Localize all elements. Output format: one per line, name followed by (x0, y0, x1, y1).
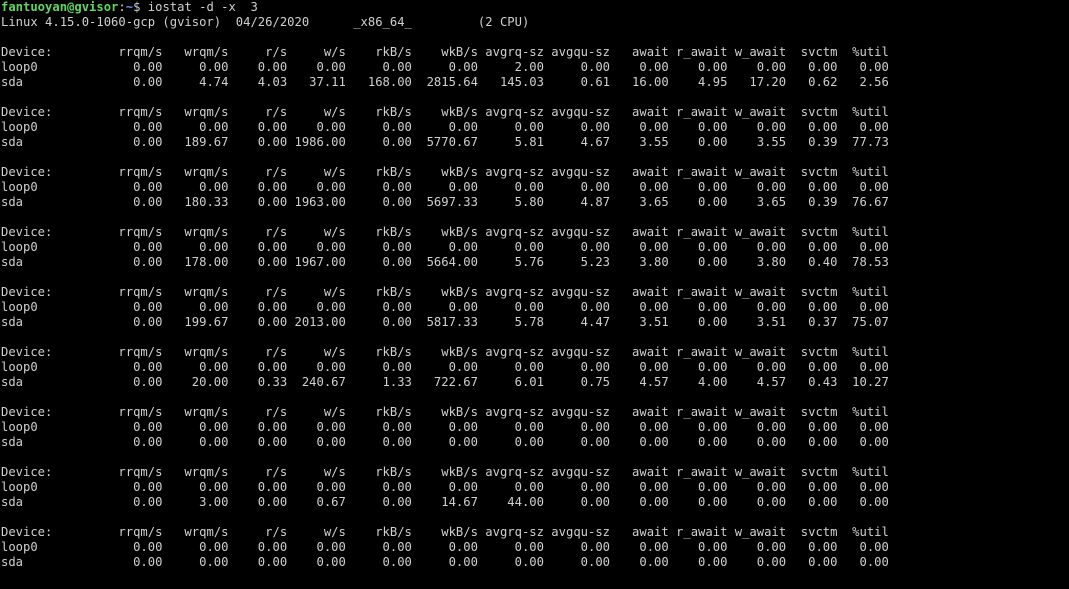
device-row-loop0: loop0 0.00 0.00 0.00 0.00 0.00 0.00 0.00… (1, 240, 889, 254)
report-block: Device: rrqm/s wrqm/s r/s w/s rkB/s wkB/… (0, 225, 1069, 285)
report-header: Device: rrqm/s wrqm/s r/s w/s rkB/s wkB/… (1, 285, 889, 299)
terminal-window[interactable]: fantuoyan@gvisor:~$ iostat -d -x 3 Linux… (0, 0, 1069, 589)
device-row-sda: sda 0.00 199.67 0.00 2013.00 0.00 5817.3… (1, 315, 889, 329)
report-block: Device: rrqm/s wrqm/s r/s w/s rkB/s wkB/… (0, 45, 1069, 105)
iostat-reports: Device: rrqm/s wrqm/s r/s w/s rkB/s wkB/… (0, 45, 1069, 570)
device-row-loop0: loop0 0.00 0.00 0.00 0.00 0.00 0.00 0.00… (1, 300, 889, 314)
report-header: Device: rrqm/s wrqm/s r/s w/s rkB/s wkB/… (1, 165, 889, 179)
report-block: Device: rrqm/s wrqm/s r/s w/s rkB/s wkB/… (0, 465, 1069, 525)
device-row-loop0: loop0 0.00 0.00 0.00 0.00 0.00 0.00 0.00… (1, 540, 889, 554)
report-header: Device: rrqm/s wrqm/s r/s w/s rkB/s wkB/… (1, 465, 889, 479)
device-row-loop0: loop0 0.00 0.00 0.00 0.00 0.00 0.00 0.00… (1, 480, 889, 494)
device-row-loop0: loop0 0.00 0.00 0.00 0.00 0.00 0.00 0.00… (1, 360, 889, 374)
device-row-loop0: loop0 0.00 0.00 0.00 0.00 0.00 0.00 0.00… (1, 180, 889, 194)
prompt-symbol: $ (133, 0, 148, 14)
device-row-sda: sda 0.00 180.33 0.00 1963.00 0.00 5697.3… (1, 195, 889, 209)
prompt-user-host: fantuoyan@gvisor (1, 0, 119, 14)
device-row-loop0: loop0 0.00 0.00 0.00 0.00 0.00 0.00 0.00… (1, 420, 889, 434)
device-row-loop0: loop0 0.00 0.00 0.00 0.00 0.00 0.00 2.00… (1, 60, 889, 74)
report-block: Device: rrqm/s wrqm/s r/s w/s rkB/s wkB/… (0, 405, 1069, 465)
report-block: Device: rrqm/s wrqm/s r/s w/s rkB/s wkB/… (0, 525, 1069, 570)
device-row-sda: sda 0.00 4.74 4.03 37.11 168.00 2815.64 … (1, 75, 889, 89)
prompt-line: fantuoyan@gvisor:~$ iostat -d -x 3 (0, 0, 1069, 15)
device-row-sda: sda 0.00 178.00 0.00 1967.00 0.00 5664.0… (1, 255, 889, 269)
report-block: Device: rrqm/s wrqm/s r/s w/s rkB/s wkB/… (0, 165, 1069, 225)
device-row-sda: sda 0.00 189.67 0.00 1986.00 0.00 5770.6… (1, 135, 889, 149)
device-row-sda: sda 0.00 0.00 0.00 0.00 0.00 0.00 0.00 0… (1, 435, 889, 449)
report-header: Device: rrqm/s wrqm/s r/s w/s rkB/s wkB/… (1, 405, 889, 419)
report-block: Device: rrqm/s wrqm/s r/s w/s rkB/s wkB/… (0, 105, 1069, 165)
system-info-line: Linux 4.15.0-1060-gcp (gvisor) 04/26/202… (1, 15, 530, 29)
report-header: Device: rrqm/s wrqm/s r/s w/s rkB/s wkB/… (1, 225, 889, 239)
report-header: Device: rrqm/s wrqm/s r/s w/s rkB/s wkB/… (1, 45, 889, 59)
device-row-sda: sda 0.00 0.00 0.00 0.00 0.00 0.00 0.00 0… (1, 555, 889, 569)
device-row-loop0: loop0 0.00 0.00 0.00 0.00 0.00 0.00 0.00… (1, 120, 889, 134)
report-header: Device: rrqm/s wrqm/s r/s w/s rkB/s wkB/… (1, 105, 889, 119)
prompt-path: ~ (125, 0, 134, 14)
report-block: Device: rrqm/s wrqm/s r/s w/s rkB/s wkB/… (0, 345, 1069, 405)
report-header: Device: rrqm/s wrqm/s r/s w/s rkB/s wkB/… (1, 345, 889, 359)
report-block: Device: rrqm/s wrqm/s r/s w/s rkB/s wkB/… (0, 285, 1069, 345)
prompt-command: iostat -d -x 3 (147, 0, 258, 14)
device-row-sda: sda 0.00 20.00 0.33 240.67 1.33 722.67 6… (1, 375, 889, 389)
prompt-separator: : (118, 0, 126, 14)
device-row-sda: sda 0.00 3.00 0.00 0.67 0.00 14.67 44.00… (1, 495, 889, 509)
report-header: Device: rrqm/s wrqm/s r/s w/s rkB/s wkB/… (1, 525, 889, 539)
